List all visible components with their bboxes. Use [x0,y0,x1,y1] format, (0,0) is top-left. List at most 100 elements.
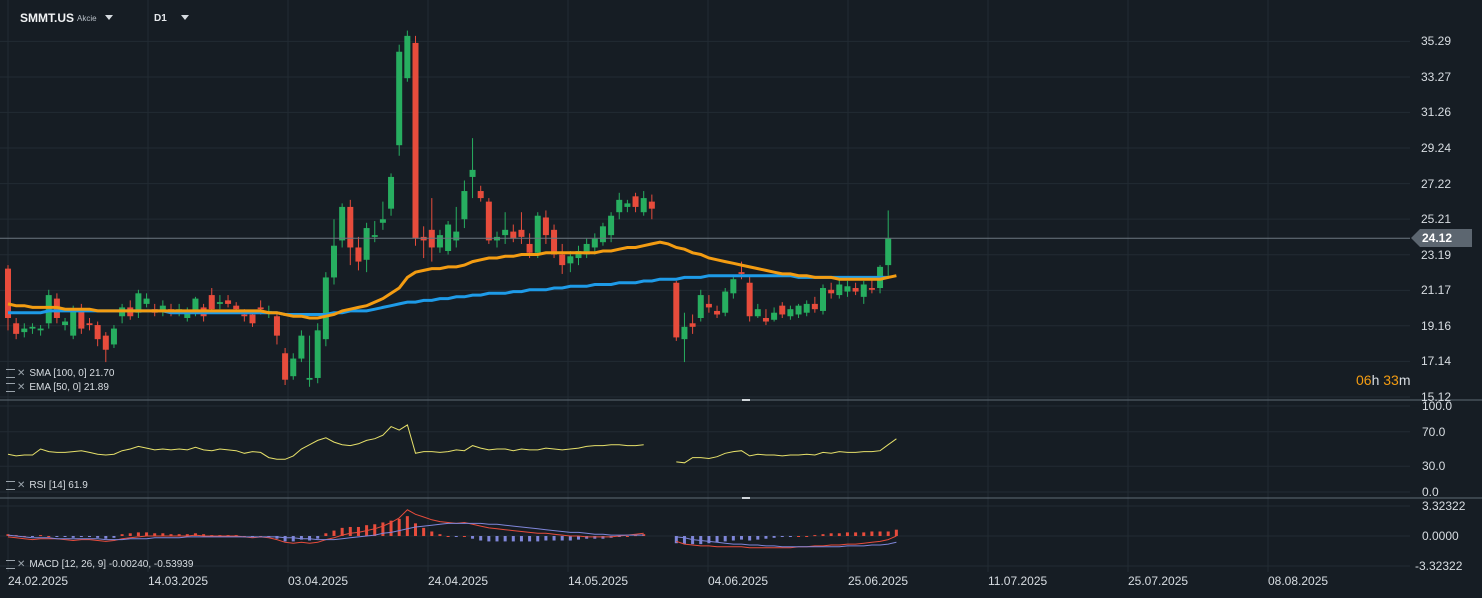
date-tick-label: 14.03.2025 [148,574,209,588]
macd-histogram-bar [397,518,401,536]
price-tick-label: 17.14 [1421,354,1452,369]
macd-histogram-bar [837,533,841,536]
macd-histogram-bar [414,523,417,536]
candle-down [868,288,875,290]
macd-histogram-bar [723,536,727,542]
candle-up [62,321,69,326]
candle-up [534,215,541,253]
candle-up [697,295,704,319]
macd-histogram-bar [283,536,287,542]
candle-up [298,335,305,359]
candle-up [45,295,52,324]
macd-histogram-bar [772,536,776,538]
candle-down [412,42,419,239]
rsi-legend[interactable]: ✕ RSI [14] 61.9 [6,480,88,491]
candle-up [502,229,509,236]
macd-signal-line [7,522,897,548]
macd-histogram-bar [552,536,556,541]
candle-up [388,176,395,209]
symbol-type-label: Akcie [77,14,97,23]
close-icon[interactable]: ✕ [17,559,25,570]
macd-histogram-bar [511,536,515,542]
candle-down [249,314,256,324]
candle-up [453,231,460,241]
macd-histogram-bar [63,536,67,537]
price-tick-label: 21.17 [1421,283,1452,298]
countdown-h-unit: h [1371,372,1380,388]
macd-histogram-bar [104,536,108,539]
date-tick-label: 24.04.2025 [428,574,489,588]
macd-legend-text: MACD [12, 26, 9] -0.00240, -0.53939 [29,559,194,570]
candle-down [94,325,101,340]
bar-countdown: 06h 33m [1356,372,1411,388]
timeframe-dropdown-chevron-icon[interactable] [181,15,189,20]
macd-histogram-bar [136,532,140,536]
candle-up [844,286,851,292]
candle-down [542,217,549,236]
macd-histogram-bar [446,536,450,537]
candle-up [216,302,223,304]
macd-histogram-bar [471,536,475,539]
macd-tick-label: -3.32322 [1415,559,1463,573]
symbol-dropdown-chevron-icon[interactable] [105,15,113,20]
candle-down [632,196,639,207]
candle-up [599,226,606,243]
close-icon[interactable]: ✕ [17,480,25,491]
candle-up [640,198,647,213]
candle-up [29,326,36,329]
macd-histogram-bar [780,536,784,537]
macd-histogram-bar [568,536,572,541]
pane-resize-handle [742,399,750,401]
date-tick-label: 14.05.2025 [568,574,629,588]
macd-tick-label: 3.32322 [1422,499,1466,513]
indicator-settings-icon[interactable] [6,383,15,392]
close-icon[interactable]: ✕ [17,382,25,393]
candle-up [379,219,386,223]
candle-up [836,284,843,296]
candle-down [852,288,859,292]
candle-down [347,206,354,248]
sma-legend[interactable]: ✕ SMA [100, 0] 21.70 [6,368,114,379]
macd-legend[interactable]: ✕ MACD [12, 26, 9] -0.00240, -0.53939 [6,559,193,570]
macd-histogram-bar [487,536,491,542]
macd-histogram-bar [715,536,719,543]
candle-down [233,305,240,310]
ema-legend[interactable]: ✕ EMA [50, 0] 21.89 [6,382,109,393]
countdown-hours: 06 [1356,372,1372,388]
ema-legend-text: EMA [50, 0] 21.89 [29,382,109,393]
macd-histogram-bar [707,536,711,544]
macd-histogram-bar [55,536,59,537]
candle-up [290,358,297,377]
candle-up [681,326,688,340]
indicator-settings-icon[interactable] [6,369,15,378]
rsi-tick-label: 0.0 [1422,485,1439,499]
current-price-tag: 24.12 [1411,229,1472,248]
price-tick-label: 29.24 [1421,141,1452,156]
close-icon[interactable]: ✕ [17,368,25,379]
candle-down [689,323,696,327]
candle-down [648,201,655,209]
candle-down [673,282,680,338]
macd-histogram-bar [854,532,858,536]
candle-up [331,245,337,278]
chart-stage[interactable]: SMMT.US Akcie D1 ✕ SMA [100, 0] 21.70 ✕ … [0,0,1482,598]
candle-up [306,377,313,380]
timeframe-label[interactable]: D1 [154,13,167,24]
macd-histogram-bar [495,536,499,542]
candle-up [322,277,329,340]
macd-histogram-bar [748,536,752,541]
macd-histogram-bar [870,531,874,536]
candle-down [282,353,289,380]
indicator-settings-icon[interactable] [6,560,15,569]
chart-canvas[interactable] [0,0,1482,598]
candle-up [461,191,468,220]
candle-down [746,282,753,317]
macd-histogram-bar [788,536,792,537]
macd-histogram-bar [845,532,849,536]
macd-histogram-bar [112,536,116,538]
indicator-settings-icon[interactable] [6,481,15,490]
symbol-label[interactable]: SMMT.US [20,11,74,25]
candle-down [102,335,109,350]
candle-up [314,330,321,378]
candle-up [469,169,476,177]
